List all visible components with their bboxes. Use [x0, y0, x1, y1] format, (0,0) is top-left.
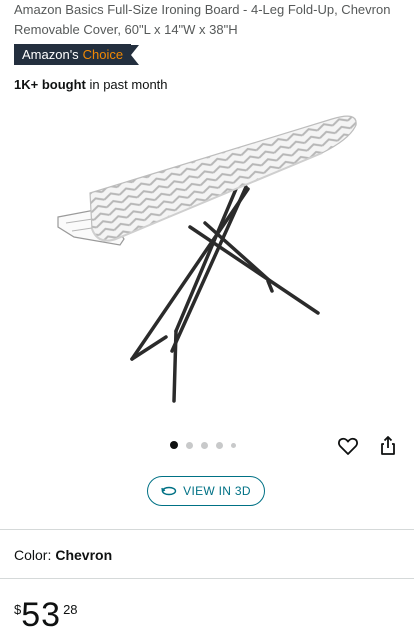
price-fraction: 28 [63, 602, 78, 617]
badge-tail [131, 44, 140, 65]
section-divider [0, 578, 414, 579]
bought-count-number: 1K+ bought [14, 77, 86, 92]
carousel-dot[interactable] [231, 442, 236, 448]
amazons-choice-badge[interactable]: Amazon's Choice [14, 44, 140, 65]
product-image[interactable] [40, 105, 380, 410]
carousel-dot[interactable] [201, 441, 208, 449]
badge-prefix: Amazon's [22, 47, 79, 62]
share-icon[interactable] [376, 434, 400, 458]
color-label: Color: [14, 547, 52, 563]
price-whole: 53 [21, 596, 62, 634]
badge-accent: Choice [82, 47, 124, 62]
section-divider [0, 529, 414, 530]
product-title: Amazon Basics Full-Size Ironing Board - … [14, 2, 391, 37]
carousel-dot[interactable] [216, 441, 223, 449]
price-symbol: $ [14, 602, 22, 617]
bought-count: 1K+ bought in past month [14, 77, 168, 92]
price: $ 53 28 [14, 596, 78, 634]
bought-count-suffix: in past month [85, 77, 168, 92]
carousel-dot[interactable] [170, 441, 178, 449]
view-in-3d-label: VIEW IN 3D [183, 484, 251, 498]
wishlist-heart-icon[interactable] [336, 434, 360, 458]
view-in-3d-button[interactable]: VIEW IN 3D [147, 476, 265, 506]
carousel-dot[interactable] [186, 441, 193, 449]
rotate-3d-icon [161, 486, 177, 496]
color-value: Chevron [55, 547, 113, 563]
color-selector[interactable]: Color: Chevron [14, 547, 112, 563]
image-carousel-dots[interactable] [170, 441, 236, 449]
